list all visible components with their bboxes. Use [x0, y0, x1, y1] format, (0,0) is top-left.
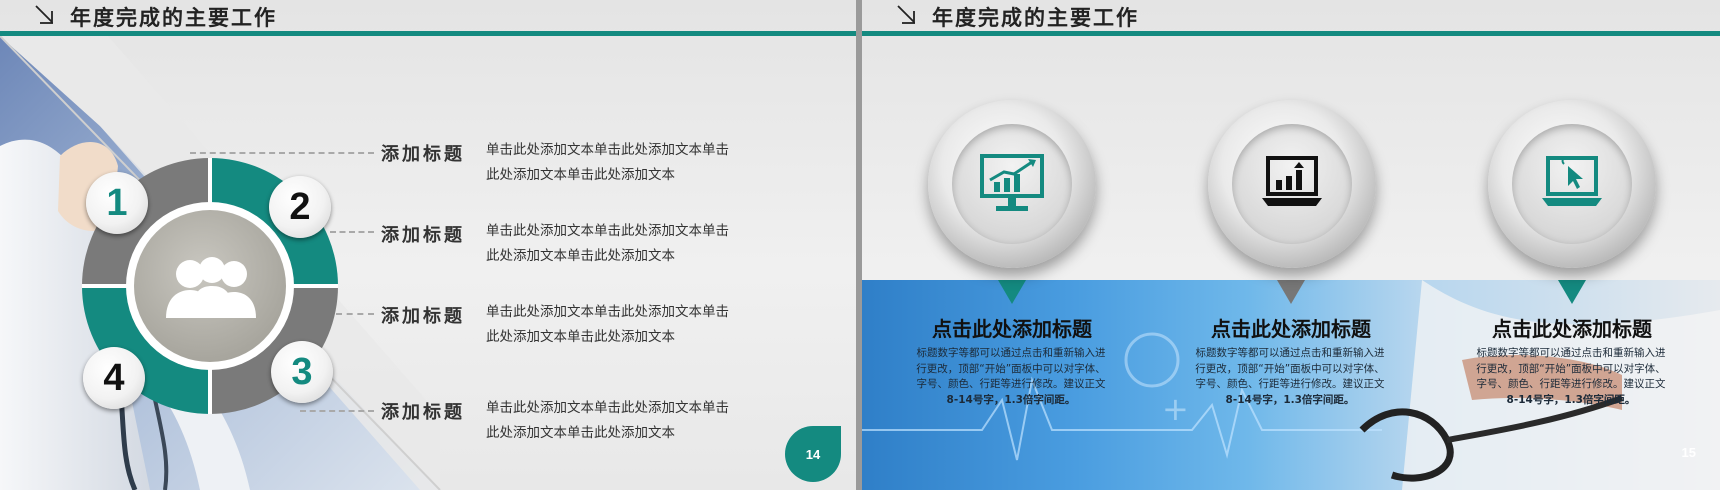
svg-text:+: +: [1162, 390, 1189, 428]
pointer-2: [1277, 280, 1305, 304]
slide-header: 年度完成的主要工作: [0, 0, 856, 34]
leader-line-1: [190, 152, 374, 154]
feature-circle-3[interactable]: [1488, 100, 1656, 268]
item-title-3: 添加标题: [381, 306, 465, 327]
item-title-4: 添加标题: [381, 402, 465, 423]
page-title: 年度完成的主要工作: [70, 6, 277, 30]
column-desc-text: 标题数字等都可以通过点击和重新输入进行更改，顶部“开始”面板中可以对字体、字号、…: [1476, 347, 1666, 390]
column-desc-emphasis: 8-14号字，1.3倍字间距。: [946, 393, 1076, 406]
badge-4: 4: [83, 347, 145, 409]
column-desc-3: 标题数字等都可以通过点击和重新输入进行更改，顶部“开始”面板中可以对字体、字号、…: [1476, 346, 1666, 408]
corner-arrow-icon: [897, 5, 915, 24]
pointer-1: [998, 280, 1026, 304]
slide-15: 年度完成的主要工作 + 点击此处添加标题 标题数字等都可以通过点击和重新输入进行…: [862, 0, 1720, 490]
column-title-2: 点击此处添加标题: [1211, 317, 1371, 341]
item-desc-1: 单击此处添加文本单击此处添加文本单击此处添加文本单击此处添加文本: [486, 142, 729, 183]
monitor-chart-icon: [980, 154, 1044, 211]
column-desc-emphasis: 8-14号字，1.3倍字间距。: [1506, 393, 1636, 406]
badge-3: 3: [271, 341, 333, 403]
page-title: 年度完成的主要工作: [932, 6, 1139, 30]
header-rule: [0, 31, 856, 36]
laptop-chart-icon: [1262, 156, 1322, 206]
item-title-2: 添加标题: [381, 225, 465, 246]
laptop-cursor-icon: [1542, 156, 1602, 206]
column-title-1: 点击此处添加标题: [932, 317, 1092, 341]
column-desc-1: 标题数字等都可以通过点击和重新输入进行更改，顶部“开始”面板中可以对字体、字号、…: [916, 346, 1106, 408]
column-desc-emphasis: 8-14号字，1.3倍字间距。: [1225, 393, 1355, 406]
slide-header: 年度完成的主要工作: [862, 0, 1720, 34]
header-rule: [862, 31, 1720, 36]
item-title-1: 添加标题: [381, 144, 465, 165]
corner-arrow-icon: [35, 5, 53, 24]
leader-line-3: [336, 313, 374, 315]
item-desc-4: 单击此处添加文本单击此处添加文本单击此处添加文本单击此处添加文本: [486, 400, 729, 441]
page-number: 14: [785, 426, 841, 482]
slide-14: 年度完成的主要工作 1 2 3 4 添加标题 单击此处添加文本单击此处添加文本单…: [0, 0, 856, 490]
page-number: 15: [1681, 445, 1696, 460]
badge-1: 1: [86, 172, 148, 234]
feature-circle-2[interactable]: [1208, 100, 1376, 268]
column-desc-text: 标题数字等都可以通过点击和重新输入进行更改，顶部“开始”面板中可以对字体、字号、…: [916, 347, 1106, 390]
pointer-3: [1558, 280, 1586, 304]
column-desc-2: 标题数字等都可以通过点击和重新输入进行更改，顶部“开始”面板中可以对字体、字号、…: [1195, 346, 1385, 408]
feature-circle-1[interactable]: [928, 100, 1096, 268]
badge-2: 2: [269, 176, 331, 238]
column-title-3: 点击此处添加标题: [1492, 317, 1652, 341]
item-desc-2: 单击此处添加文本单击此处添加文本单击此处添加文本单击此处添加文本: [486, 223, 729, 264]
column-desc-text: 标题数字等都可以通过点击和重新输入进行更改，顶部“开始”面板中可以对字体、字号、…: [1195, 347, 1385, 390]
item-desc-3: 单击此处添加文本单击此处添加文本单击此处添加文本单击此处添加文本: [486, 304, 729, 345]
